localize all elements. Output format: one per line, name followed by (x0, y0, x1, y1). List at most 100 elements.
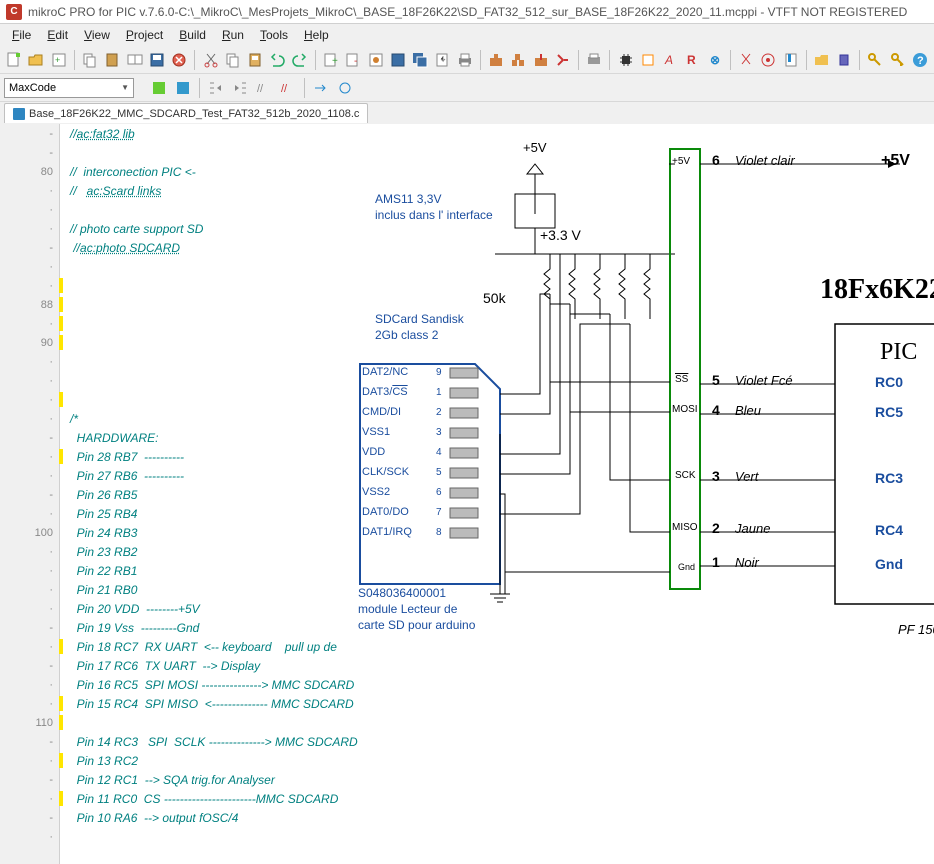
toolbar-main: + + - A R ⊗ ? (0, 46, 934, 74)
rebuild-icon[interactable] (508, 49, 528, 71)
gutter-line: · (0, 181, 59, 200)
code-editor[interactable]: --80···-··88·90····-··-·100····-·-··110-… (0, 124, 934, 864)
saveall-icon[interactable] (410, 49, 430, 71)
x-icon[interactable]: ⊗ (705, 49, 725, 71)
sd-pin-num: 3 (436, 427, 442, 438)
highlight2-icon[interactable] (172, 77, 194, 99)
scheme-combo[interactable]: MaxCode▼ (4, 78, 134, 98)
project-settings-icon[interactable] (365, 49, 385, 71)
gutter-line: · (0, 447, 59, 466)
menu-run[interactable]: Run (214, 26, 252, 44)
component-icon[interactable] (834, 49, 854, 71)
new-icon[interactable] (4, 49, 24, 71)
gutter-line: - (0, 656, 59, 675)
add-file-icon[interactable]: + (321, 49, 341, 71)
sync-icon[interactable] (334, 77, 356, 99)
sd-pin-label: CMD/DI (362, 406, 401, 418)
editor-tab-bar: Base_18F26K22_MMC_SDCARD_Test_FAT32_512b… (0, 102, 934, 124)
remove-file-icon[interactable]: - (343, 49, 363, 71)
menu-view[interactable]: View (76, 26, 118, 44)
paste-icon[interactable] (102, 49, 122, 71)
build-prog-icon[interactable] (531, 49, 551, 71)
menu-bar: File Edit View Project Build Run Tools H… (0, 24, 934, 46)
gutter-line: · (0, 409, 59, 428)
printer2-icon[interactable] (584, 49, 604, 71)
target-icon[interactable] (758, 49, 778, 71)
bookmark-icon[interactable] (780, 49, 800, 71)
code-area[interactable]: //ac:fat32 lib// interconection PIC <-//… (60, 124, 934, 864)
code-line: Pin 17 RC6 TX UART --> Display (60, 656, 934, 675)
conn-num: 4 (712, 402, 720, 418)
menu-help[interactable]: Help (296, 26, 337, 44)
find-icon[interactable] (638, 49, 658, 71)
paste2-icon[interactable] (245, 49, 265, 71)
comment-icon[interactable]: // (253, 77, 275, 99)
copy-icon[interactable] (80, 49, 100, 71)
gutter-line: · (0, 580, 59, 599)
clone-icon[interactable] (124, 49, 144, 71)
save-icon[interactable] (147, 49, 167, 71)
lbl-50k: 50k (483, 290, 506, 306)
code-line: Pin 14 RC3 SPI SCLK --------------> MMC … (60, 732, 934, 751)
gutter-line: · (0, 219, 59, 238)
gutter-line: · (0, 675, 59, 694)
code-line: Pin 10 RA6 --> output fOSC/4 (60, 808, 934, 827)
schematic-overlay: +5V AMS11 3,3V inclus dans l' interface … (340, 134, 934, 654)
gutter-line: - (0, 485, 59, 504)
save-project-icon[interactable] (388, 49, 408, 71)
sd-pin-num: 1 (436, 387, 442, 398)
key2-icon[interactable] (888, 49, 908, 71)
highlight-icon[interactable] (148, 77, 170, 99)
hdr-mosi: MOSI (672, 404, 698, 415)
open-icon[interactable] (26, 49, 46, 71)
menu-build[interactable]: Build (171, 26, 214, 44)
a-icon[interactable]: A (660, 49, 680, 71)
menu-project[interactable]: Project (118, 26, 171, 44)
cut-icon[interactable] (200, 49, 220, 71)
gutter-line: · (0, 789, 59, 808)
lbl-sd2: 2Gb class 2 (375, 328, 438, 342)
lbl-mod2: module Lecteur de (358, 602, 457, 616)
gutter-line: · (0, 257, 59, 276)
lbl-sd1: SDCard Sandisk (375, 312, 464, 326)
gutter-line: · (0, 466, 59, 485)
gutter-line: · (0, 637, 59, 656)
gutter-line: · (0, 276, 59, 295)
wire-name: Violet Fcé (735, 373, 793, 388)
gutter-line: - (0, 124, 59, 143)
conn-num: 1 (712, 554, 720, 570)
undo-icon[interactable] (267, 49, 287, 71)
folder2-icon[interactable] (812, 49, 832, 71)
gutter-line: - (0, 143, 59, 162)
close-icon[interactable] (169, 49, 189, 71)
gutter-line: · (0, 599, 59, 618)
sd-pin-label: DAT2/NC (362, 366, 408, 378)
build-icon[interactable] (486, 49, 506, 71)
redo-icon[interactable] (290, 49, 310, 71)
gutter-line: - (0, 238, 59, 257)
conn-num: 6 (712, 152, 720, 168)
menu-edit[interactable]: Edit (39, 26, 76, 44)
scissors-icon[interactable] (736, 49, 756, 71)
pic-pin: RC3 (875, 470, 903, 486)
print-icon[interactable] (455, 49, 475, 71)
sd-pin-num: 2 (436, 407, 442, 418)
editor-tab[interactable]: Base_18F26K22_MMC_SDCARD_Test_FAT32_512b… (4, 103, 368, 123)
chip-icon[interactable] (615, 49, 635, 71)
help-icon[interactable]: ? (910, 49, 930, 71)
indent-icon[interactable] (205, 77, 227, 99)
code-line (60, 713, 934, 732)
uncomment-icon[interactable]: // (277, 77, 299, 99)
svg-text:R: R (687, 53, 696, 67)
program-icon[interactable] (553, 49, 573, 71)
export-icon[interactable] (432, 49, 452, 71)
goto-icon[interactable] (310, 77, 332, 99)
new-project-icon[interactable]: + (49, 49, 69, 71)
menu-tools[interactable]: Tools (252, 26, 296, 44)
copy2-icon[interactable] (223, 49, 243, 71)
menu-file[interactable]: File (4, 26, 39, 44)
r-icon[interactable]: R (682, 49, 702, 71)
outdent-icon[interactable] (229, 77, 251, 99)
key-icon[interactable] (865, 49, 885, 71)
code-line: Pin 11 RC0 CS -----------------------MMC… (60, 789, 934, 808)
